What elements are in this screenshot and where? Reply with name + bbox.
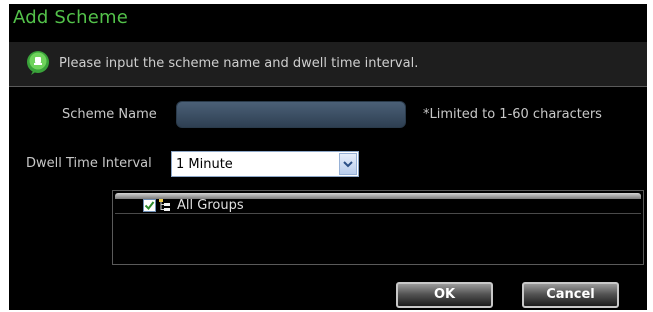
cancel-button[interactable]: Cancel xyxy=(522,282,619,308)
scheme-name-hint: *Limited to 1-60 characters xyxy=(423,107,602,122)
all-groups-checkbox[interactable] xyxy=(143,198,156,212)
divider xyxy=(9,86,647,87)
ok-button[interactable]: OK xyxy=(396,282,493,308)
checkmark-icon xyxy=(144,200,155,210)
dwell-time-label: Dwell Time Interval xyxy=(26,156,152,171)
group-tree-icon xyxy=(159,199,170,211)
tree-item-all-groups[interactable]: All Groups xyxy=(143,197,244,213)
info-bar: Please input the scheme name and dwell t… xyxy=(9,42,647,86)
tree-divider xyxy=(115,213,641,214)
group-tree: All Groups xyxy=(112,190,644,265)
speech-bubble-icon xyxy=(27,51,49,75)
chevron-down-icon xyxy=(343,161,353,168)
dialog-title: Add Scheme xyxy=(13,7,128,28)
info-message: Please input the scheme name and dwell t… xyxy=(59,56,419,71)
add-scheme-dialog: Add Scheme Please input the scheme name … xyxy=(9,4,647,310)
dwell-time-select[interactable]: 1 Minute xyxy=(171,151,359,177)
scheme-name-input[interactable] xyxy=(176,101,406,128)
dwell-time-value: 1 Minute xyxy=(176,157,233,172)
scheme-name-label: Scheme Name xyxy=(62,107,157,122)
all-groups-label: All Groups xyxy=(177,197,244,213)
dropdown-button[interactable] xyxy=(339,153,357,175)
